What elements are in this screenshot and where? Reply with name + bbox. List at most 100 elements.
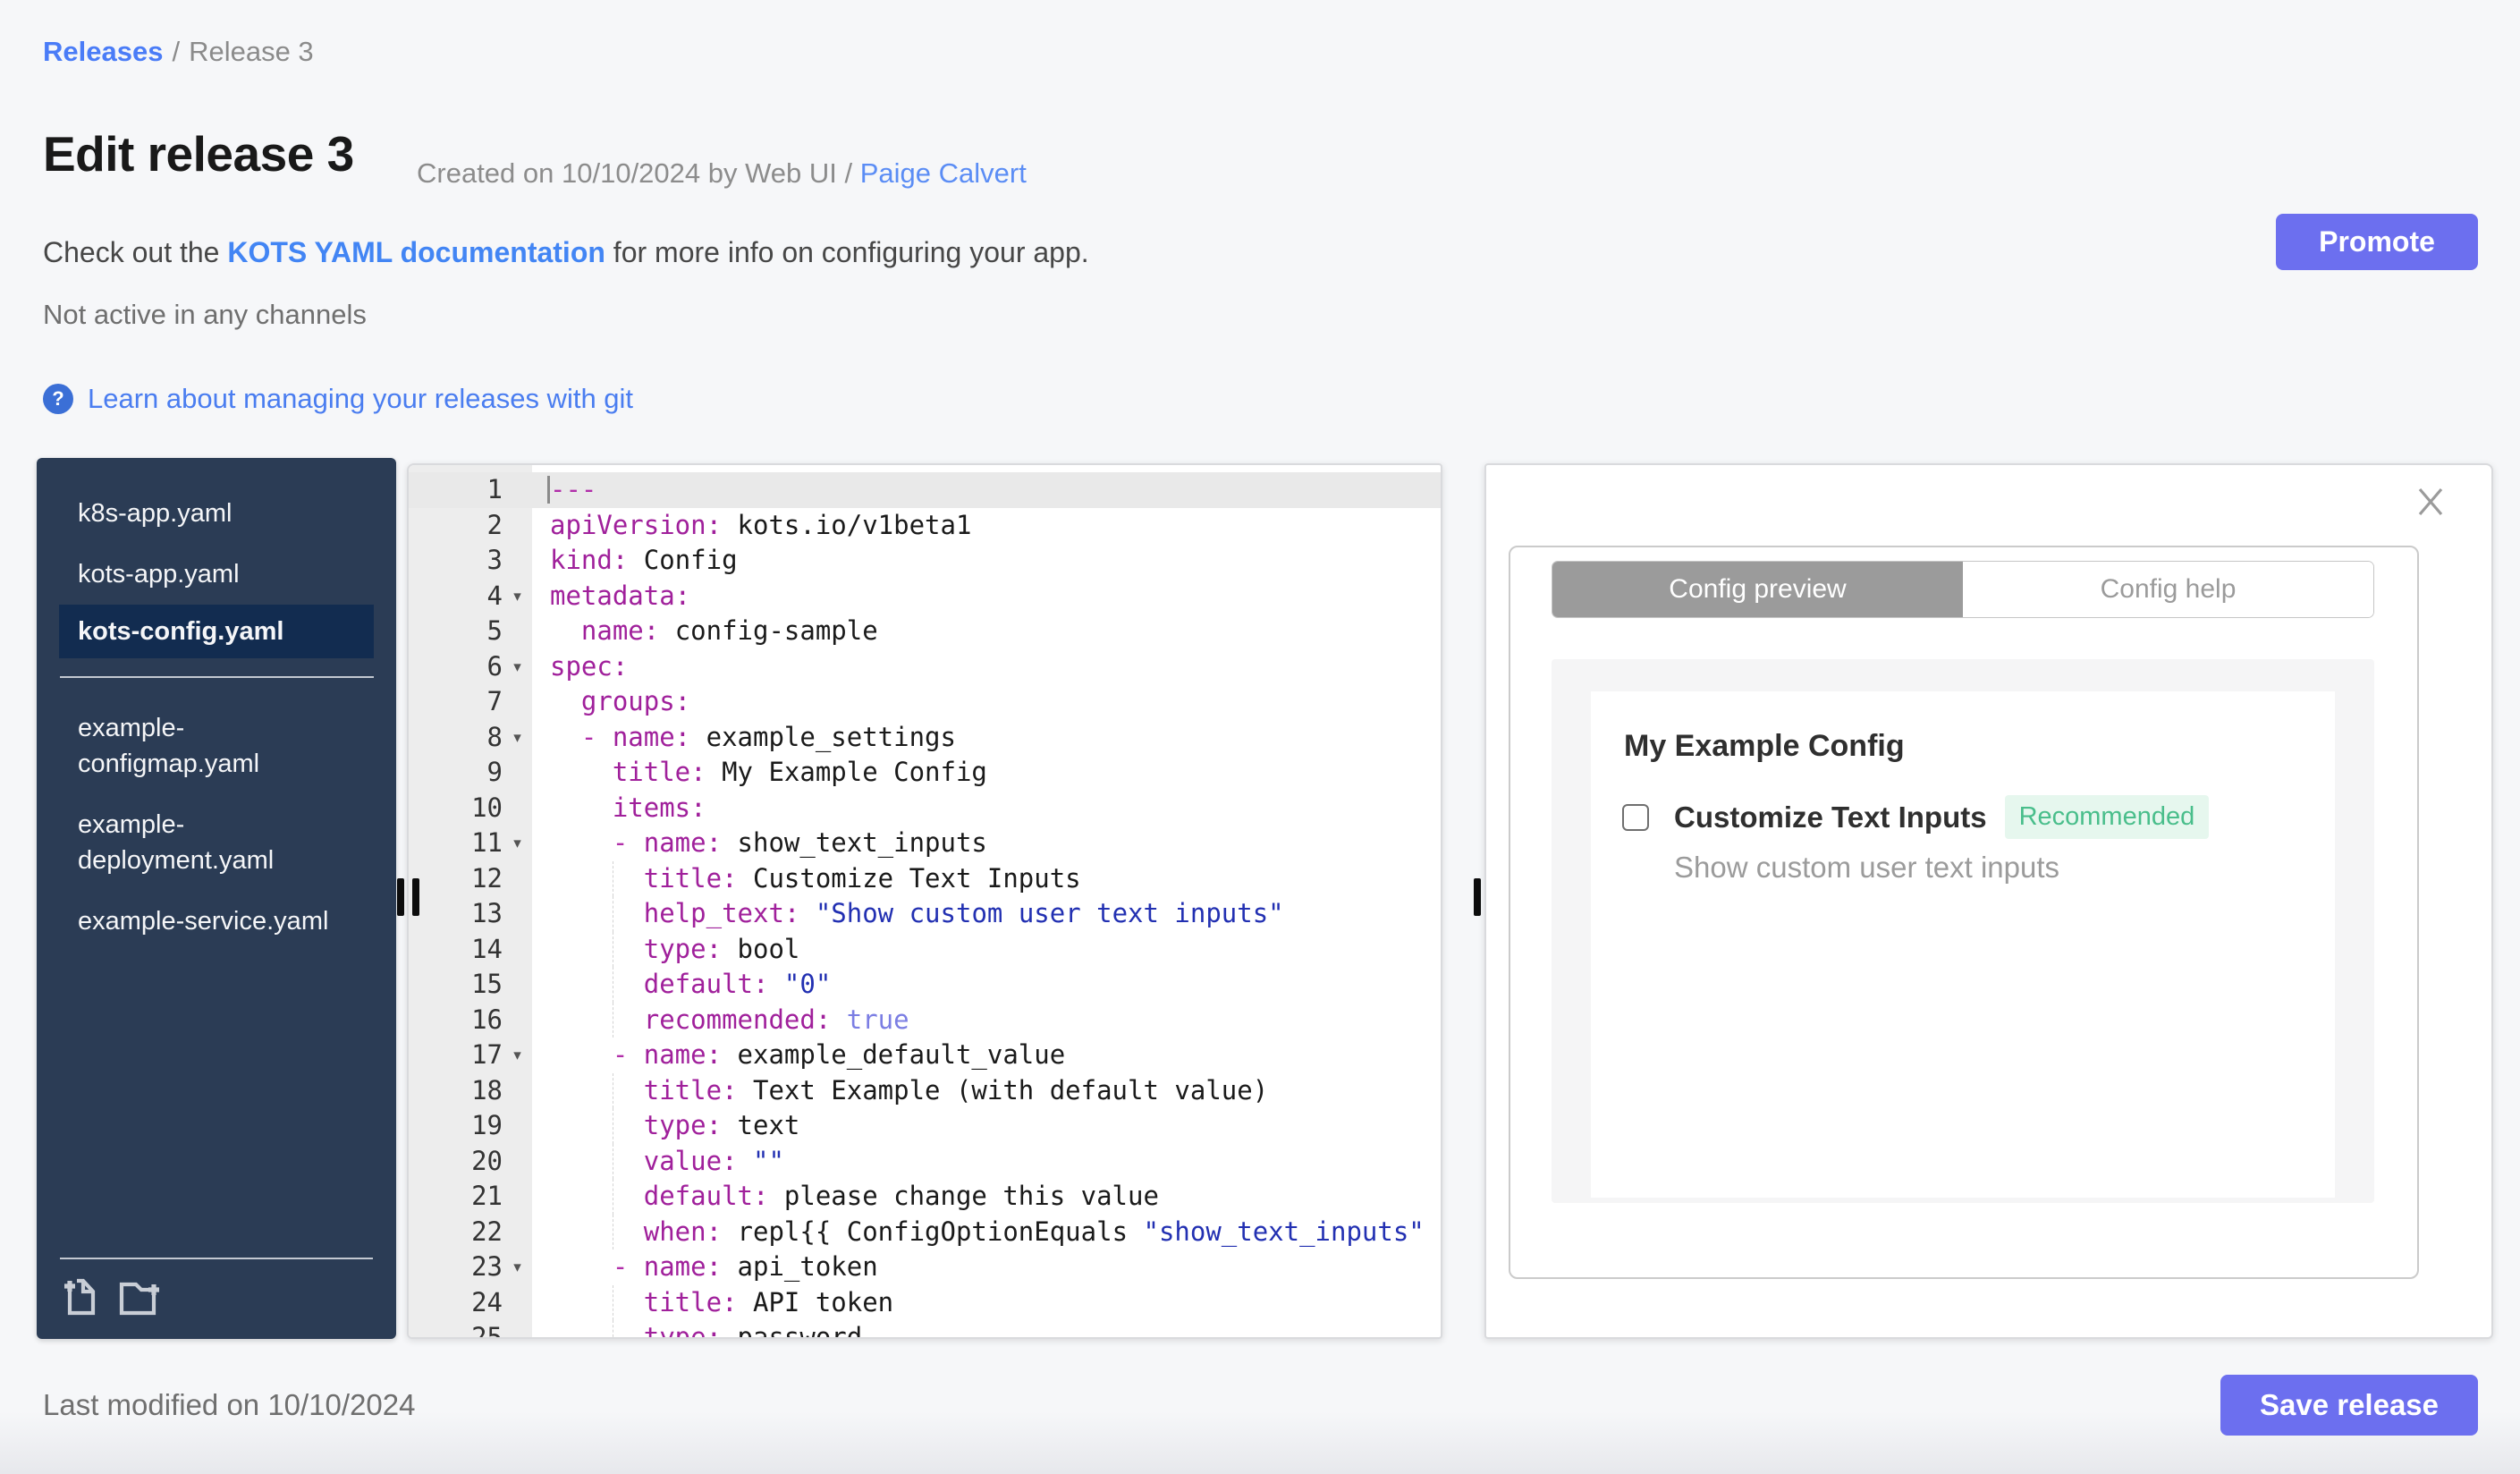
code-line-3[interactable]: 3 kind: Config bbox=[409, 543, 1441, 579]
line-number: 5 bbox=[486, 615, 503, 646]
code-line-25[interactable]: 25 type: password bbox=[409, 1320, 1441, 1337]
line-gutter: 12 bbox=[409, 861, 532, 897]
file-list-divider bbox=[60, 676, 374, 678]
sidebar-file-kots-config.yaml[interactable]: kots-config.yaml bbox=[59, 605, 374, 658]
line-gutter: 10 bbox=[409, 791, 532, 826]
code-line-18[interactable]: 18 title: Text Example (with default val… bbox=[409, 1072, 1441, 1109]
code-text: default: "0" bbox=[532, 967, 1441, 1003]
code-line-6[interactable]: 6 ▾ spec: bbox=[409, 649, 1441, 685]
git-releases-link[interactable]: Learn about managing your releases with … bbox=[88, 383, 633, 415]
line-gutter: 24 bbox=[409, 1285, 532, 1321]
config-item-row: Customize Text Inputs Recommended bbox=[1622, 795, 2210, 839]
fold-arrow-icon[interactable]: ▾ bbox=[503, 649, 532, 685]
line-number: 6 bbox=[486, 650, 503, 682]
code-line-13[interactable]: 13 help_text: "Show custom user text inp… bbox=[409, 896, 1441, 932]
code-line-24[interactable]: 24 title: API token bbox=[409, 1284, 1441, 1321]
code-line-7[interactable]: 7 groups: bbox=[409, 684, 1441, 720]
preview-card: Config preview Config help My Example Con… bbox=[1509, 546, 2419, 1279]
code-text: spec: bbox=[550, 650, 629, 682]
line-number: 18 bbox=[471, 1074, 503, 1106]
code-line-23[interactable]: 23 ▾ - name: api_token bbox=[409, 1250, 1441, 1285]
line-number: 8 bbox=[486, 721, 503, 752]
breadcrumb: Releases / Release 3 bbox=[43, 36, 314, 68]
fold-arrow-icon[interactable]: ▾ bbox=[503, 720, 532, 756]
customize-text-inputs-checkbox[interactable] bbox=[1622, 803, 1649, 831]
code-line-10[interactable]: 10 items: bbox=[409, 791, 1441, 826]
docs-prefix: Check out the bbox=[43, 236, 228, 268]
tab-config-preview[interactable]: Config preview bbox=[1552, 562, 1963, 617]
line-number: 16 bbox=[471, 1004, 503, 1035]
promote-button[interactable]: Promote bbox=[2276, 214, 2478, 270]
code-line-5[interactable]: 5 name: config-sample bbox=[409, 614, 1441, 649]
code-text: metadata: bbox=[550, 580, 691, 611]
code-line-11[interactable]: 11 ▾ - name: show_text_inputs bbox=[409, 826, 1441, 861]
line-gutter: 23 ▾ bbox=[409, 1250, 532, 1285]
line-number: 4 bbox=[486, 580, 503, 611]
fold-arrow-icon[interactable]: ▾ bbox=[503, 1250, 532, 1285]
code-text: value: "" bbox=[532, 1143, 1441, 1179]
line-number: 12 bbox=[471, 862, 503, 894]
docs-line: Check out the KOTS YAML documentation fo… bbox=[43, 236, 1089, 269]
line-gutter: 18 bbox=[409, 1073, 532, 1109]
author-link[interactable]: Paige Calvert bbox=[860, 157, 1027, 189]
code-line-4[interactable]: 4 ▾ metadata: bbox=[409, 579, 1441, 614]
new-folder-button[interactable] bbox=[116, 1274, 166, 1321]
code-text: title: API token bbox=[532, 1284, 1441, 1320]
line-number: 9 bbox=[486, 757, 503, 787]
code-line-2[interactable]: 2 apiVersion: kots.io/v1beta1 bbox=[409, 508, 1441, 544]
code-line-17[interactable]: 17 ▾ - name: example_default_value bbox=[409, 1038, 1441, 1073]
code-line-21[interactable]: 21 default: please change this value bbox=[409, 1179, 1441, 1215]
sidebar-file-kots-app.yaml[interactable]: kots-app.yaml bbox=[59, 544, 374, 605]
sidebar-file-example-deployment.yaml[interactable]: example-deployment.yaml bbox=[59, 794, 374, 891]
sidebar-file-example-configmap.yaml[interactable]: example-configmap.yaml bbox=[59, 698, 374, 794]
line-gutter: 4 ▾ bbox=[409, 579, 532, 614]
line-number: 2 bbox=[486, 509, 503, 540]
code-line-14[interactable]: 14 type: bool bbox=[409, 931, 1441, 968]
sidebar-actions bbox=[37, 1258, 396, 1339]
code-line-20[interactable]: 20 value: "" bbox=[409, 1143, 1441, 1180]
code-line-9[interactable]: 9 title: My Example Config bbox=[409, 755, 1441, 791]
line-gutter: 13 bbox=[409, 896, 532, 932]
code-text: apiVersion: kots.io/v1beta1 bbox=[550, 509, 972, 540]
kots-yaml-docs-link[interactable]: KOTS YAML documentation bbox=[227, 236, 605, 268]
code-text: kind: Config bbox=[550, 545, 738, 575]
code-line-12[interactable]: 12 title: Customize Text Inputs bbox=[409, 860, 1441, 897]
code-area: 1 --- 2 apiVersion: kots.io/v1beta1 3 kind: C… bbox=[409, 465, 1441, 1337]
breadcrumb-releases-link[interactable]: Releases bbox=[43, 36, 163, 67]
yaml-editor[interactable]: 1 --- 2 apiVersion: kots.io/v1beta1 3 kind: C… bbox=[407, 463, 1442, 1339]
new-file-button[interactable] bbox=[59, 1274, 100, 1321]
line-gutter: 20 bbox=[409, 1144, 532, 1180]
line-number: 17 bbox=[471, 1039, 503, 1070]
code-line-22[interactable]: 22 when: repl{{ ConfigOptionEquals "show… bbox=[409, 1214, 1441, 1250]
line-gutter: 11 ▾ bbox=[409, 826, 532, 861]
fold-arrow-icon[interactable]: ▾ bbox=[503, 1038, 532, 1073]
fold-arrow-icon[interactable]: ▾ bbox=[503, 579, 532, 614]
line-number: 20 bbox=[471, 1145, 503, 1176]
breadcrumb-current: Release 3 bbox=[189, 36, 314, 67]
sidebar-file-example-service.yaml[interactable]: example-service.yaml bbox=[59, 891, 374, 952]
line-number: 21 bbox=[471, 1181, 503, 1211]
config-content-card: My Example Config Customize Text Inputs … bbox=[1591, 691, 2335, 1198]
tab-config-help[interactable]: Config help bbox=[1963, 562, 2373, 617]
code-line-1[interactable]: 1 --- bbox=[409, 472, 1441, 508]
config-item-label: Customize Text Inputs bbox=[1674, 800, 1987, 834]
code-line-15[interactable]: 15 default: "0" bbox=[409, 967, 1441, 1003]
line-gutter: 19 bbox=[409, 1108, 532, 1144]
code-line-19[interactable]: 19 type: text bbox=[409, 1108, 1441, 1144]
code-line-16[interactable]: 16 recommended: true bbox=[409, 1002, 1441, 1038]
line-gutter: 5 bbox=[409, 614, 532, 649]
code-line-8[interactable]: 8 ▾ - name: example_settings bbox=[409, 720, 1441, 756]
sidebar-file-k8s-app.yaml[interactable]: k8s-app.yaml bbox=[59, 483, 374, 544]
fold-arrow-icon[interactable]: ▾ bbox=[503, 826, 532, 861]
close-icon[interactable] bbox=[2411, 483, 2450, 522]
resize-handle-left[interactable] bbox=[397, 878, 419, 916]
line-gutter: 7 bbox=[409, 684, 532, 720]
save-release-button[interactable]: Save release bbox=[2220, 1375, 2478, 1436]
code-text: - name: api_token bbox=[612, 1251, 878, 1282]
line-number: 1 bbox=[486, 474, 503, 504]
